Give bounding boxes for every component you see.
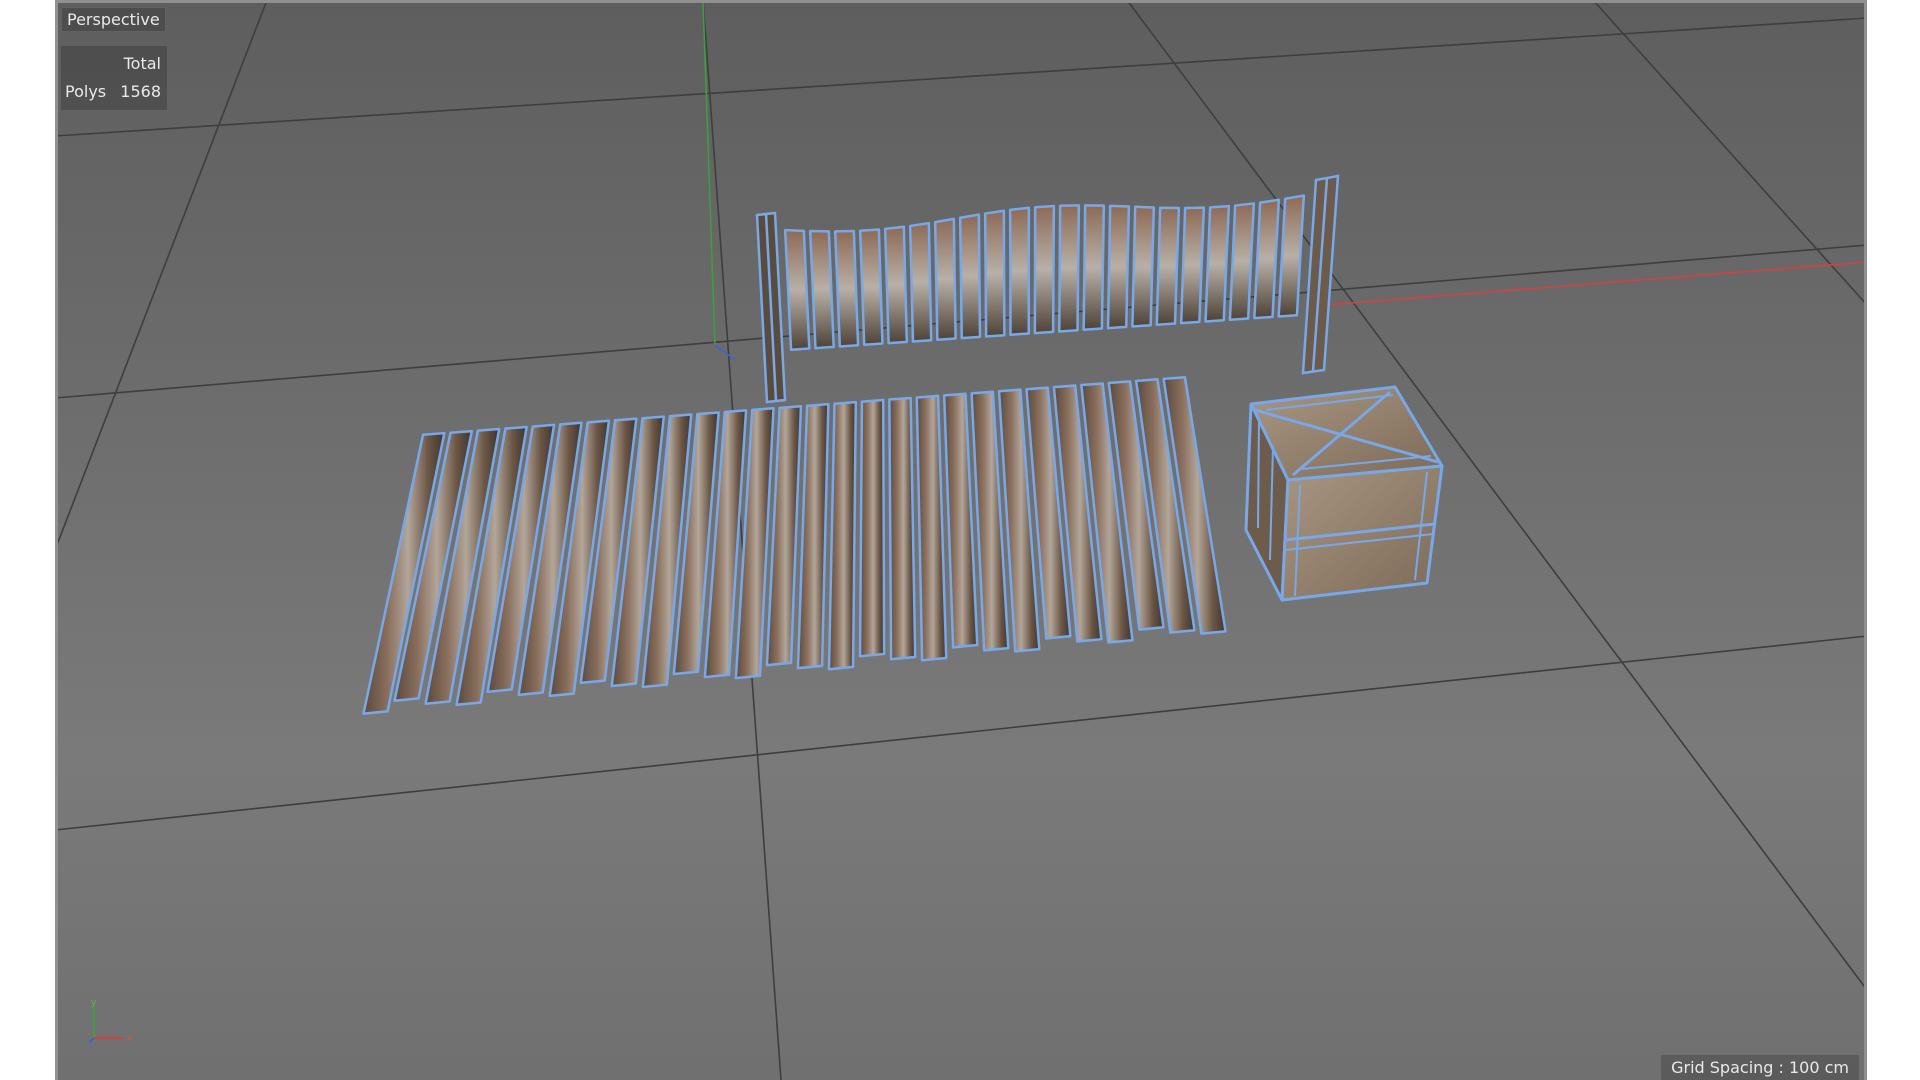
floor-plank[interactable] [888, 396, 917, 661]
stats-value: 1568 [120, 82, 161, 101]
floor-plank[interactable] [858, 398, 886, 658]
scene-canvas[interactable] [55, 0, 1867, 1080]
fence-board[interactable] [858, 228, 884, 347]
fence-board[interactable] [908, 221, 933, 343]
view-name-label[interactable]: Perspective [61, 7, 166, 32]
stats-label: Polys [65, 82, 107, 101]
grid-spacing-label: Grid Spacing : 100 cm [1661, 1055, 1859, 1080]
floor-plank[interactable] [796, 402, 830, 670]
floor-plank[interactable] [915, 394, 948, 662]
fence-board[interactable] [783, 228, 811, 352]
fence-board[interactable] [1058, 204, 1081, 333]
axis-gizmo-icon: y x [88, 998, 133, 1044]
svg-text:x: x [127, 1034, 133, 1044]
fence-board[interactable] [1082, 204, 1106, 332]
fence-board[interactable] [1277, 194, 1306, 318]
fence-board[interactable] [1008, 206, 1031, 337]
fence-board[interactable] [1253, 198, 1281, 320]
fence-model [783, 194, 1306, 352]
fence-board[interactable] [1131, 205, 1156, 328]
svg-text:y: y [91, 998, 97, 1008]
fence-board[interactable] [808, 229, 835, 350]
stats-header: Total [123, 54, 161, 73]
fence-board[interactable] [958, 213, 982, 340]
fence-board[interactable] [983, 209, 1006, 338]
fence-board[interactable] [933, 217, 957, 342]
fence-board[interactable] [1106, 204, 1131, 330]
plank-floor-model [362, 375, 1227, 715]
poly-stats-panel: Total Polys 1568 [61, 46, 167, 110]
fence-board[interactable] [1179, 206, 1206, 325]
fence-board[interactable] [883, 225, 909, 345]
fence-board[interactable] [1228, 202, 1256, 322]
z-axis-line [714, 344, 736, 361]
crate-model [1244, 385, 1444, 602]
fence-board[interactable] [1204, 204, 1231, 323]
fence-board[interactable] [833, 229, 860, 348]
fence-board[interactable] [1033, 204, 1056, 335]
fence-board[interactable] [1155, 206, 1181, 327]
3d-viewport[interactable]: Perspective Total Polys 1568 y x Grid Spa… [55, 0, 1867, 1080]
floor-plank[interactable] [827, 400, 858, 671]
y-axis-line [702, 0, 716, 346]
